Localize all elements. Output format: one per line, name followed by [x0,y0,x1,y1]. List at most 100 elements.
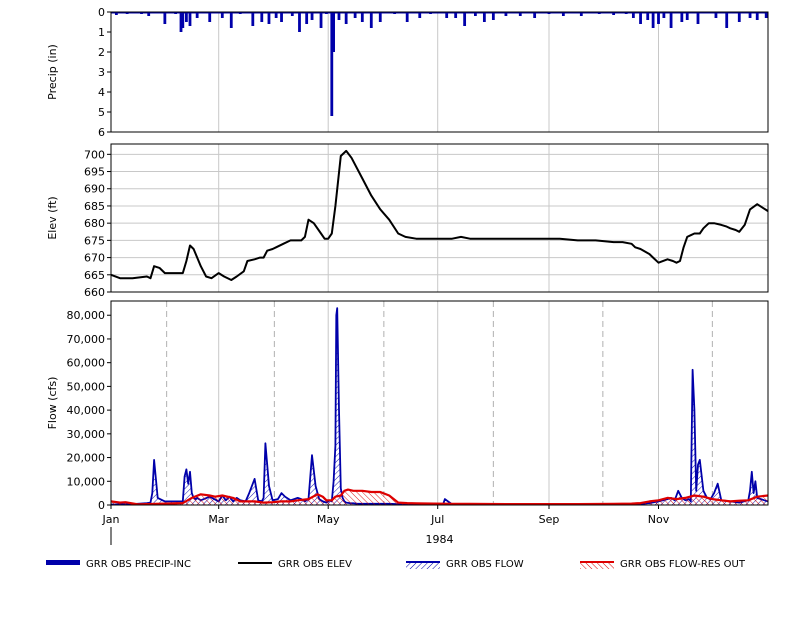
panel-frames [110,11,769,506]
precip-bar [251,12,255,26]
precip-bar [220,12,224,18]
elev-ytick-label: 690 [84,183,105,196]
precip-bar [533,12,537,18]
precip-bar [360,12,364,22]
elev-ylabel: Elev (ft) [46,196,59,239]
elev-frame [110,143,769,293]
precip-bar [737,12,741,22]
axes-layer: 0 1 2 3 4 5 6 Precip (in) 660 665 670 675 680 685 690 6… [46,6,670,546]
legend-label: GRR OBS FLOW [446,559,524,570]
data-layer [111,12,768,505]
legend-swatch-hatch [580,562,614,569]
precip-bar [631,12,635,18]
precip-bar [651,12,655,28]
elev-ytick-label: 675 [84,234,105,247]
xtick-label: Jul [430,513,444,526]
legend: GRR OBS PRECIP-INC GRR OBS ELEV GRR OBS FL… [46,559,746,570]
flow-series-line [111,307,768,505]
precip-bar [290,12,294,16]
xtick-label: Nov [648,513,670,526]
precip-bar [482,12,486,22]
flow-ytick-label: 0 [98,499,105,512]
precip-bar [274,12,278,18]
precip-bar [680,12,684,22]
precip-ytick-label: 0 [98,6,105,19]
precip-bar [696,12,700,24]
flow-area-obs [111,308,768,505]
elev-ytick-label: 660 [84,286,105,299]
legend-item: GRR OBS PRECIP-INC [46,559,191,570]
elev-series-line [111,149,768,281]
precip-bar [646,12,650,20]
precip-bar [163,12,167,24]
precip-ytick-label: 1 [98,26,105,39]
xtick-label: Mar [208,513,229,526]
legend-item: GRR OBS ELEV [238,559,352,570]
precip-bar [657,12,660,24]
precip-bar [685,12,689,20]
flow-ytick-label: 30,000 [67,428,106,441]
precip-bar [332,12,335,52]
precip-bar [181,12,185,28]
elev-ytick-label: 700 [84,148,105,161]
precip-bar [463,12,467,26]
flow-ylabel: Flow (cfs) [46,377,59,430]
precip-bar [229,12,233,28]
precip-bar [764,12,768,18]
precip-bar [260,12,264,22]
precip-bar [504,12,508,16]
flow-ytick-label: 50,000 [67,380,106,393]
precip-bar [725,12,729,28]
precip-bar [147,12,151,16]
precip-ylabel: Precip (in) [46,44,59,100]
flow-ytick-label: 20,000 [67,452,106,465]
flow-ytick-label: 80,000 [67,309,106,322]
precip-bar [491,12,495,20]
precip-bar [353,12,357,18]
elev-series-group [111,149,768,281]
precip-bar [518,12,522,16]
precip-bar [669,12,673,28]
precip-ytick-label: 6 [98,126,105,139]
elev-ytick-label: 680 [84,217,105,230]
xtick-label: May [317,513,340,526]
legend-swatch-hatch [406,562,440,569]
flow-ytick-label: 70,000 [67,333,106,346]
precip-bar [405,12,409,22]
precip-bar [445,12,449,18]
precip-bar [579,12,583,16]
xtick-label: Jan [102,513,120,526]
flow-ytick-label: 10,000 [67,475,106,488]
legend-item: GRR OBS FLOW-RES OUT [580,559,746,570]
precip-bar [337,12,341,20]
precip-bar [188,12,192,26]
precip-bar [208,12,212,22]
legend-label: GRR OBS FLOW-RES OUT [620,559,746,570]
xtick-label: Sep [539,513,560,526]
precip-bar [561,12,565,16]
hydrograph-chart: 0 1 2 3 4 5 6 Precip (in) 660 665 670 675 680 685 690 6… [46,6,769,570]
precip-bar [298,12,301,32]
precip-series-group [111,12,768,116]
elev-ytick-label: 665 [84,269,105,282]
precip-bar [344,12,348,24]
flow-ytick-label: 60,000 [67,357,106,370]
elev-ytick-label: 695 [84,166,105,179]
flow-frame [110,300,769,506]
year-label: 1984 [426,533,454,546]
precip-bar [310,12,314,20]
precip-bar [369,12,373,28]
flow-series-group [111,307,768,505]
precip-bar [755,12,759,20]
precip-frame [110,11,769,133]
legend-label: GRR OBS PRECIP-INC [86,559,191,570]
precip-bar [378,12,382,22]
precip-bar [454,12,458,18]
precip-ytick-label: 5 [98,106,105,119]
legend-label: GRR OBS ELEV [278,559,352,570]
legend-swatch [46,560,80,565]
flow-ytick-label: 40,000 [67,404,106,417]
precip-bar [305,12,309,24]
precip-bar [280,12,283,22]
precip-bar [184,12,188,22]
